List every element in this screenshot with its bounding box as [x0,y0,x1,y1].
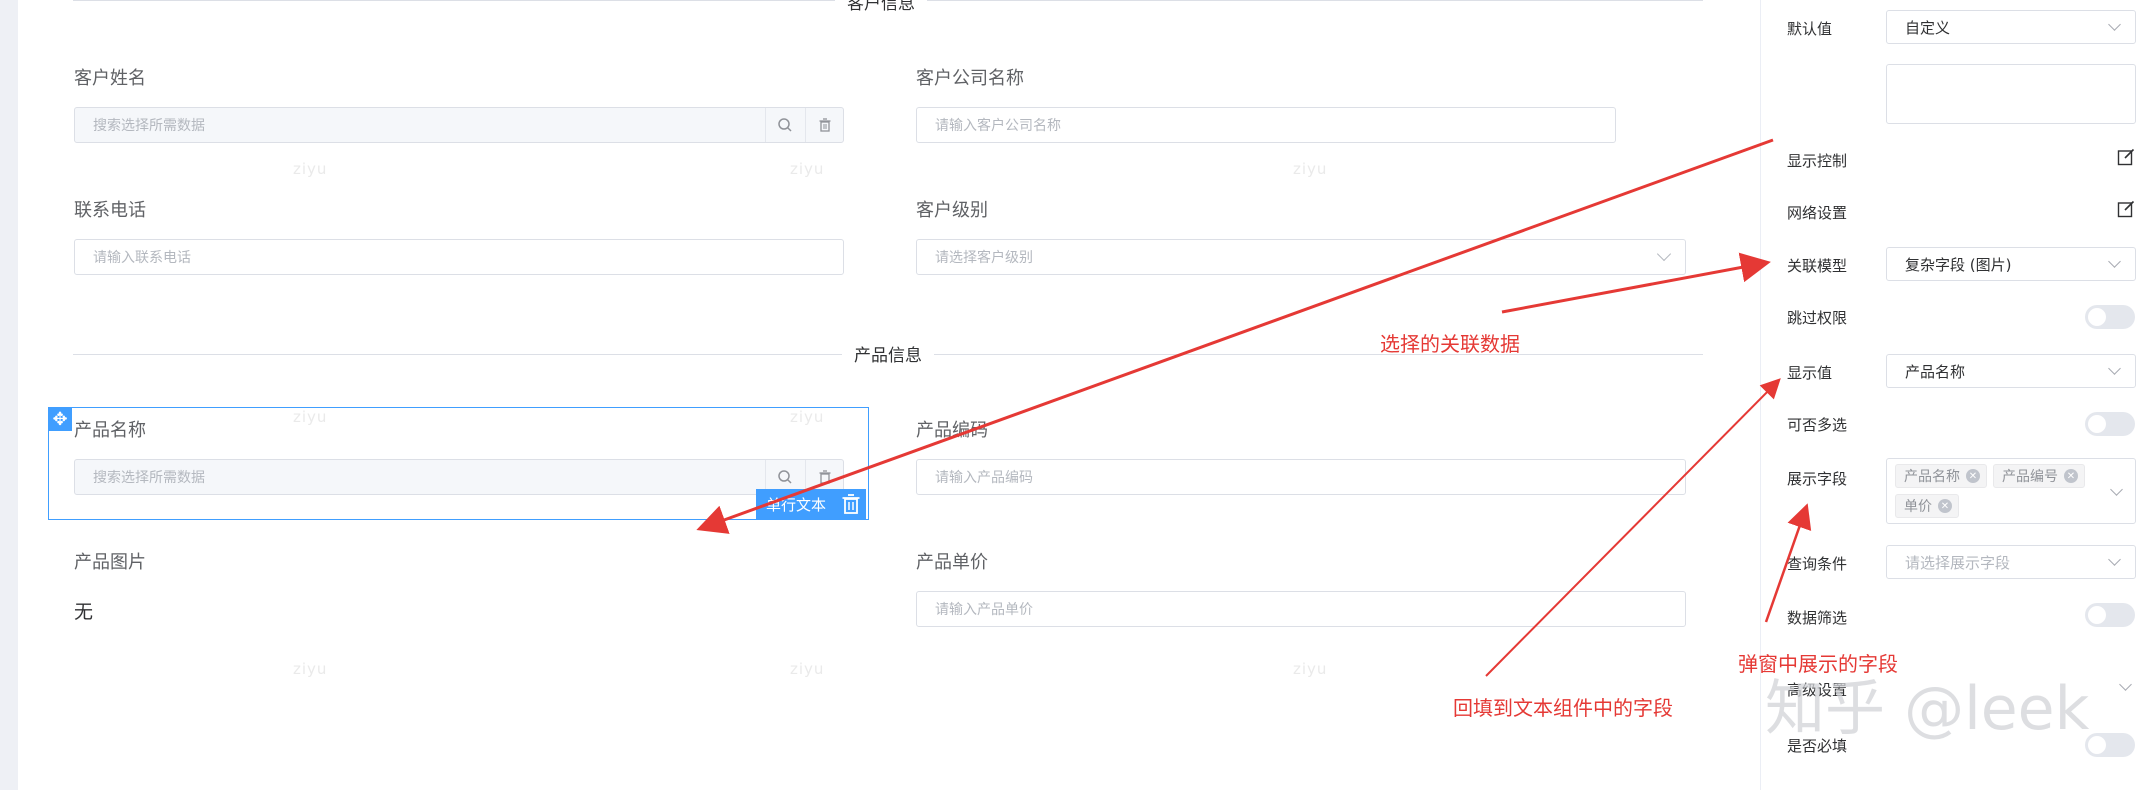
tag-label: 单价 [1904,499,1932,515]
close-icon[interactable]: ✕ [1966,469,1980,483]
query-conditions-placeholder: 请选择展示字段 [1905,553,2011,572]
field-label-product-code: 产品编码 [916,420,988,441]
chevron-down-icon [2108,553,2121,566]
tag-label: 产品名称 [1904,469,1960,485]
field-label-customer-level: 客户级别 [916,200,988,221]
watermark: ziyu [790,160,825,178]
default-value-text: 自定义 [1905,18,1951,37]
close-icon[interactable]: ✕ [1938,499,1952,513]
multi-select-toggle[interactable] [2085,412,2135,436]
tag-product-code: 产品编号 ✕ [1993,464,2085,488]
skip-permission-toggle[interactable] [2085,305,2135,329]
panel-label-display-control: 显示控制 [1787,152,1848,170]
default-value-textarea[interactable] [1886,64,2136,124]
watermark: ziyu [293,660,328,678]
field-label-customer-name: 客户姓名 [74,68,146,89]
field-label-product-image: 产品图片 [74,552,146,573]
watermark: ziyu [790,660,825,678]
linked-model-select[interactable]: 复杂字段 (图片) [1886,247,2136,281]
left-edge-strip [0,0,18,790]
customer-level-select[interactable]: 请选择客户级别 [916,239,1686,275]
panel-label-display-value: 显示值 [1787,364,1833,382]
chevron-down-icon [1656,246,1672,262]
edit-icon[interactable] [2117,200,2135,218]
display-value-text: 产品名称 [1905,362,1966,381]
product-image-value: 无 [74,601,94,623]
section-title-customer: 客户信息 [835,0,927,14]
chevron-down-icon [2108,362,2121,375]
panel-label-grid-settings: 网络设置 [1787,204,1848,222]
annotation-selected-link-data: 选择的关联数据 [1380,332,1520,356]
customer-name-search-input[interactable]: 搜索选择所需数据 [74,107,844,143]
product-name-placeholder: 搜索选择所需数据 [93,470,205,486]
panel-label-default-value: 默认值 [1787,20,1833,38]
tag-label: 产品编号 [2002,469,2058,485]
watermark: ziyu [1293,160,1328,178]
required-toggle[interactable] [2085,733,2135,757]
field-label-phone: 联系电话 [74,200,146,221]
form-canvas: 客户信息 客户姓名 搜索选择所需数据 客户公司名称 请输入客户公司名称 联系电话… [18,0,1730,790]
trash-icon[interactable] [805,108,843,142]
section-title-product: 产品信息 [842,341,934,366]
product-code-input[interactable]: 请输入产品编码 [916,459,1686,495]
panel-label-display-fields: 展示字段 [1787,470,1848,488]
display-fields-multiselect[interactable]: 产品名称 ✕ 产品编号 ✕ 单价 ✕ [1886,458,2136,524]
field-label-customer-company: 客户公司名称 [916,68,1024,89]
delete-component-icon[interactable] [836,489,866,519]
component-toolbar: 单行文本 [756,489,867,519]
panel-label-multi-select: 可否多选 [1787,416,1848,434]
customer-level-placeholder: 请选择客户级别 [935,250,1033,266]
close-icon[interactable]: ✕ [2064,469,2078,483]
panel-label-query-conditions: 查询条件 [1787,555,1848,573]
linked-model-text: 复杂字段 (图片) [1905,255,2012,274]
search-icon[interactable] [765,108,803,142]
watermark: ziyu [1293,660,1328,678]
data-filter-toggle[interactable] [2085,603,2135,627]
product-code-placeholder: 请输入产品编码 [935,470,1033,486]
panel-label-data-filter: 数据筛选 [1787,609,1848,627]
chevron-down-icon [2108,255,2121,268]
zhihu-watermark: 知乎 @leek [1765,674,2090,744]
watermark: ziyu [293,408,328,426]
display-value-select[interactable]: 产品名称 [1886,354,2136,388]
product-price-input[interactable]: 请输入产品单价 [916,591,1686,627]
default-value-select[interactable]: 自定义 [1886,10,2136,44]
field-label-product-name: 产品名称 [74,420,146,441]
watermark: ziyu [293,160,328,178]
query-conditions-select[interactable]: 请选择展示字段 [1886,545,2136,579]
customer-name-placeholder: 搜索选择所需数据 [93,118,205,134]
panel-label-linked-model: 关联模型 [1787,257,1848,275]
edit-icon[interactable] [2117,148,2135,166]
phone-placeholder: 请输入联系电话 [93,250,191,266]
chevron-down-icon [2110,483,2123,496]
customer-company-placeholder: 请输入客户公司名称 [935,118,1061,134]
component-type-label: 单行文本 [766,495,827,514]
annotation-backfill-field: 回填到文本组件中的字段 [1453,696,1673,720]
phone-input[interactable]: 请输入联系电话 [74,239,844,275]
product-price-placeholder: 请输入产品单价 [935,602,1033,618]
customer-company-input[interactable]: 请输入客户公司名称 [916,107,1616,143]
tag-unit-price: 单价 ✕ [1895,494,1959,518]
chevron-down-icon[interactable] [2119,678,2132,691]
watermark: ziyu [790,408,825,426]
field-label-product-price: 产品单价 [916,552,988,573]
move-handle-icon[interactable]: ✥ [48,407,72,431]
panel-label-skip-permission: 跳过权限 [1787,309,1848,327]
chevron-down-icon [2108,18,2121,31]
product-name-search-input[interactable]: 搜索选择所需数据 [74,459,844,495]
tag-product-name: 产品名称 ✕ [1895,464,1987,488]
